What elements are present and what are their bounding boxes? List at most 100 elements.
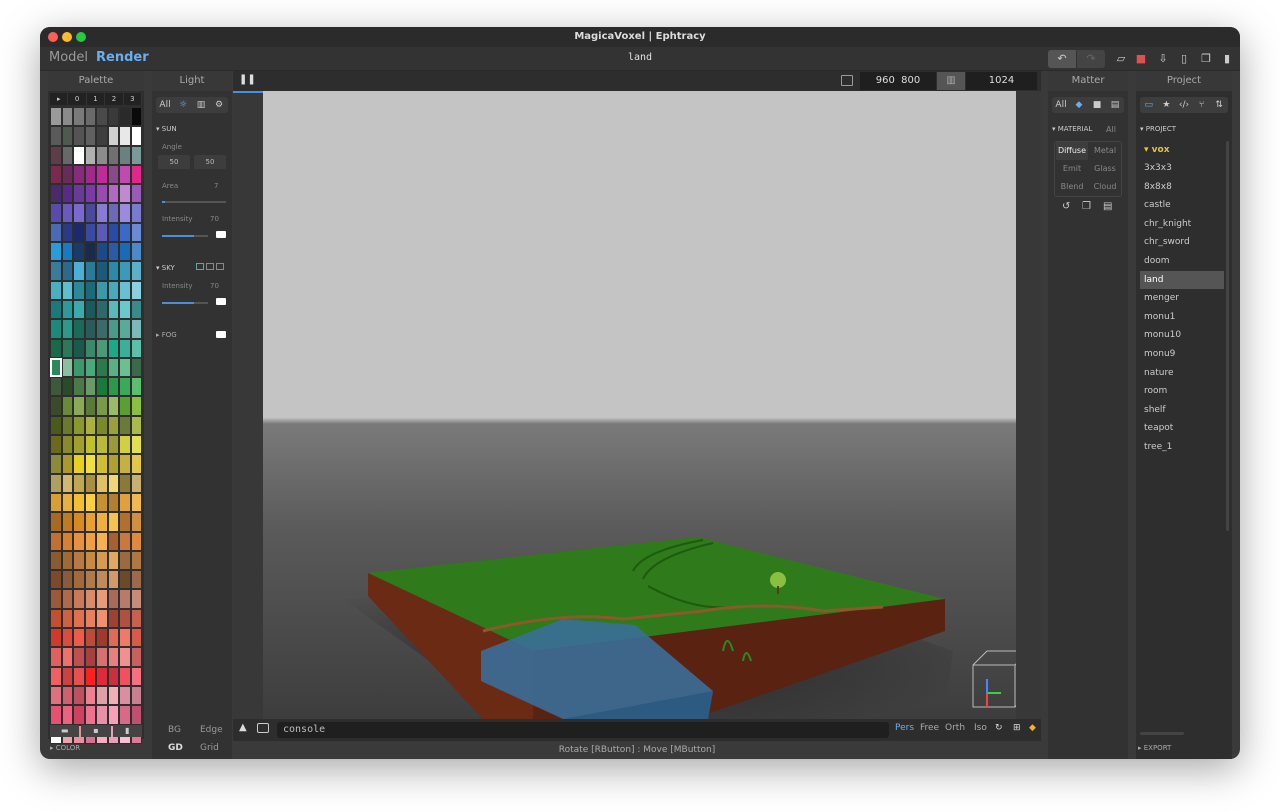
copy-material-icon[interactable]: ❐ — [1082, 201, 1091, 212]
palette-swatch[interactable] — [50, 145, 62, 165]
palette-swatch[interactable] — [84, 319, 96, 339]
project-section-label[interactable]: ▾ PROJECT — [1140, 125, 1176, 133]
palette-swatch[interactable] — [119, 107, 131, 127]
palette-swatch[interactable] — [50, 589, 62, 609]
palette-swatch[interactable] — [119, 396, 131, 416]
palette-swatch[interactable] — [50, 454, 62, 474]
edge-toggle[interactable]: Edge — [200, 725, 223, 735]
palette-swatch[interactable] — [96, 261, 108, 281]
download-icon[interactable]: ⇩ — [1152, 50, 1174, 68]
palette-swatch[interactable] — [107, 107, 119, 127]
palette-swatch[interactable] — [50, 107, 62, 127]
fog-section-label[interactable]: ▸ FOG — [156, 331, 177, 339]
palette-swatch[interactable] — [61, 628, 73, 648]
palette-swatch[interactable] — [96, 415, 108, 436]
palette-swatch[interactable] — [73, 184, 85, 204]
palette-swatch[interactable] — [61, 415, 73, 436]
palette-swatch[interactable] — [61, 164, 73, 185]
palette-swatch[interactable] — [119, 705, 131, 725]
palette-swatch[interactable] — [119, 319, 131, 339]
palette-swatch[interactable] — [130, 492, 142, 513]
palette-swatch[interactable] — [61, 454, 73, 474]
model-mode-tab[interactable]: Model — [49, 50, 88, 65]
palette-file-icon[interactable]: ▮ — [112, 725, 142, 737]
palette-swatch[interactable] — [107, 396, 119, 416]
material-metal-button[interactable]: Metal — [1089, 142, 1121, 160]
palette-swatch[interactable] — [73, 261, 85, 281]
palette-swatch[interactable] — [107, 242, 119, 262]
palette-swatch[interactable] — [73, 454, 85, 474]
tree-icon[interactable]: ⑂ — [1193, 97, 1211, 113]
palette-swatch[interactable] — [107, 164, 119, 185]
palette-swatch[interactable] — [50, 512, 62, 532]
palette-swatch[interactable] — [119, 473, 131, 493]
palette-swatch[interactable] — [61, 492, 73, 513]
palette-swatch[interactable] — [50, 242, 62, 262]
palette-swatch[interactable] — [119, 164, 131, 185]
project-scrollbar[interactable] — [1226, 141, 1229, 531]
palette-swatch[interactable] — [84, 126, 96, 146]
palette-swatch[interactable] — [107, 280, 119, 300]
palette-swatch[interactable] — [73, 164, 85, 185]
palette-swatch[interactable] — [61, 242, 73, 262]
palette-swatch[interactable] — [50, 377, 62, 397]
undo-icon[interactable]: ↶ — [1048, 50, 1076, 68]
render-height[interactable]: 800 — [901, 75, 920, 86]
palette-swatch[interactable] — [119, 647, 131, 667]
material-diffuse-button[interactable]: Diffuse — [1056, 142, 1088, 160]
project-file-item[interactable]: monu1 — [1140, 308, 1224, 326]
axis-gizmo[interactable] — [972, 650, 1030, 708]
palette-swatch[interactable] — [73, 299, 85, 320]
sun-angle-a-field[interactable]: 50 — [158, 155, 190, 169]
palette-swatch[interactable] — [130, 608, 142, 629]
palette-swatch[interactable] — [96, 299, 108, 320]
palette-swatch[interactable] — [107, 261, 119, 281]
palette-swatch[interactable] — [73, 473, 85, 493]
palette-swatch[interactable] — [130, 164, 142, 185]
palette-swatch[interactable] — [50, 492, 62, 513]
matter-filter-all[interactable]: All — [1052, 97, 1070, 113]
sample-count-field[interactable]: 1024 — [966, 72, 1037, 90]
palette-swatch[interactable] — [73, 357, 85, 378]
palette-swatch[interactable] — [119, 570, 131, 590]
palette-swatch[interactable] — [84, 531, 96, 551]
color-section-toggle[interactable]: ▸ COLOR — [50, 744, 80, 752]
palette-swatch[interactable] — [130, 666, 142, 686]
palette-swatch[interactable] — [130, 126, 142, 146]
palette-swatch[interactable] — [61, 435, 73, 455]
project-file-item[interactable]: doom — [1140, 252, 1224, 270]
palette-swatch[interactable] — [96, 319, 108, 339]
sky-grid-icon[interactable] — [206, 263, 214, 270]
palette-swatch[interactable] — [107, 203, 119, 223]
palette-swatch[interactable] — [50, 338, 62, 358]
palette-swatch[interactable] — [107, 685, 119, 706]
sun-color-swatch[interactable] — [216, 231, 226, 238]
console-toggle-icon[interactable]: ▲ — [239, 722, 247, 733]
palette-swatch[interactable] — [50, 184, 62, 204]
palette-swatch[interactable] — [61, 570, 73, 590]
ground-toggle[interactable]: GD — [168, 743, 183, 753]
palette-tab[interactable]: ▸ — [50, 93, 69, 105]
palette-swatch[interactable] — [61, 222, 73, 243]
palette-swatch[interactable] — [130, 357, 142, 378]
palette-swatch[interactable] — [107, 126, 119, 146]
material-blend-button[interactable]: Blend — [1056, 178, 1088, 196]
palette-swatch[interactable] — [107, 222, 119, 243]
palette-swatch[interactable] — [119, 550, 131, 571]
palette-swatch[interactable] — [96, 203, 108, 223]
palette-swatch[interactable] — [130, 705, 142, 725]
palette-swatch[interactable] — [84, 570, 96, 590]
palette-swatch[interactable] — [107, 435, 119, 455]
palette-swatch[interactable] — [107, 589, 119, 609]
project-file-item[interactable]: menger — [1140, 289, 1224, 307]
console-input[interactable]: console — [277, 722, 889, 738]
palette-swatch[interactable] — [50, 415, 62, 436]
render-mode-tab[interactable]: Render — [96, 50, 149, 65]
trash-icon[interactable]: ▮ — [1216, 50, 1238, 68]
palette-swatch[interactable] — [119, 608, 131, 629]
palette-swatch[interactable] — [96, 164, 108, 185]
palette-swatch[interactable] — [107, 415, 119, 436]
cube-icon[interactable]: ◆ — [1029, 723, 1036, 733]
palette-swatch[interactable] — [50, 435, 62, 455]
copy-icon[interactable]: ❐ — [1195, 50, 1217, 68]
